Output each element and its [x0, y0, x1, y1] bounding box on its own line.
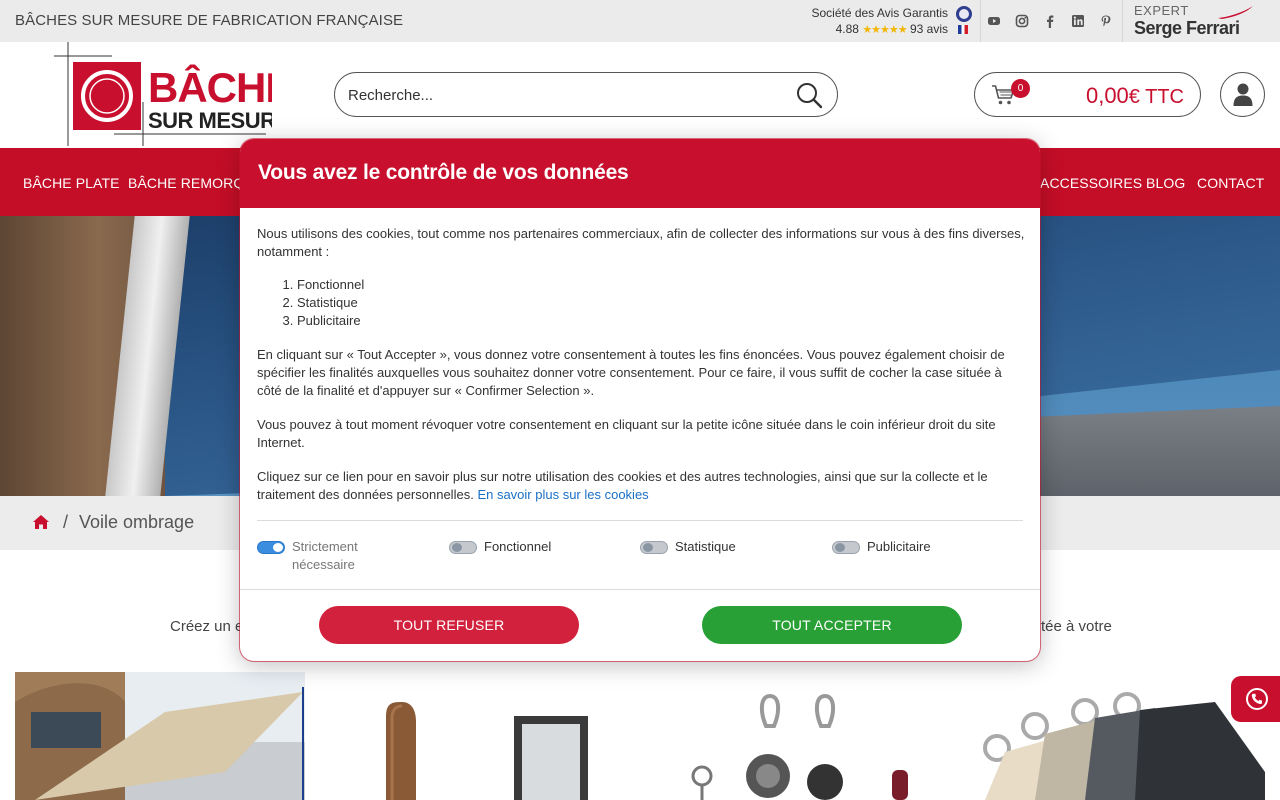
toggle-advertising[interactable] [832, 541, 860, 554]
purpose-item: Fonctionnel [297, 276, 1027, 294]
accept-all-button[interactable]: TOUT ACCEPTER [702, 606, 962, 644]
purpose-item: Statistique [297, 294, 1027, 312]
toggle-statistics[interactable] [640, 541, 668, 554]
toggle-necessary[interactable] [257, 541, 285, 554]
cookie-policy-link[interactable]: En savoir plus sur les cookies [477, 487, 648, 502]
revoke-text: Vous pouvez à tout moment révoquer votre… [257, 417, 996, 450]
option-label: Strictement nécessaire [292, 539, 358, 572]
divider [240, 589, 1040, 590]
option-label: Publicitaire [867, 539, 931, 554]
modal-title: Vous avez le contrôle de vos données [258, 161, 629, 184]
option-label: Statistique [675, 539, 736, 554]
modal-header: Vous avez le contrôle de vos données [240, 139, 1040, 208]
purpose-list: Fonctionnel Statistique Publicitaire [297, 276, 1027, 330]
cookie-intro-text: Nous utilisons des cookies, tout comme n… [257, 226, 1025, 259]
purpose-item: Publicitaire [297, 312, 1027, 330]
refuse-all-button[interactable]: TOUT REFUSER [319, 606, 579, 644]
cookie-consent-modal: Vous avez le contrôle de vos données Nou… [240, 139, 1040, 661]
option-label: Fonctionnel [484, 539, 552, 554]
modal-overlay: Vous avez le contrôle de vos données Nou… [0, 0, 1280, 800]
divider [257, 520, 1023, 521]
consent-text: En cliquant sur « Tout Accepter », vous … [257, 347, 1005, 398]
modal-body: Nous utilisons des cookies, tout comme n… [257, 225, 1027, 520]
more-info-paragraph: Cliquez sur ce lien pour en savoir plus … [257, 468, 1027, 504]
toggle-functional[interactable] [449, 541, 477, 554]
